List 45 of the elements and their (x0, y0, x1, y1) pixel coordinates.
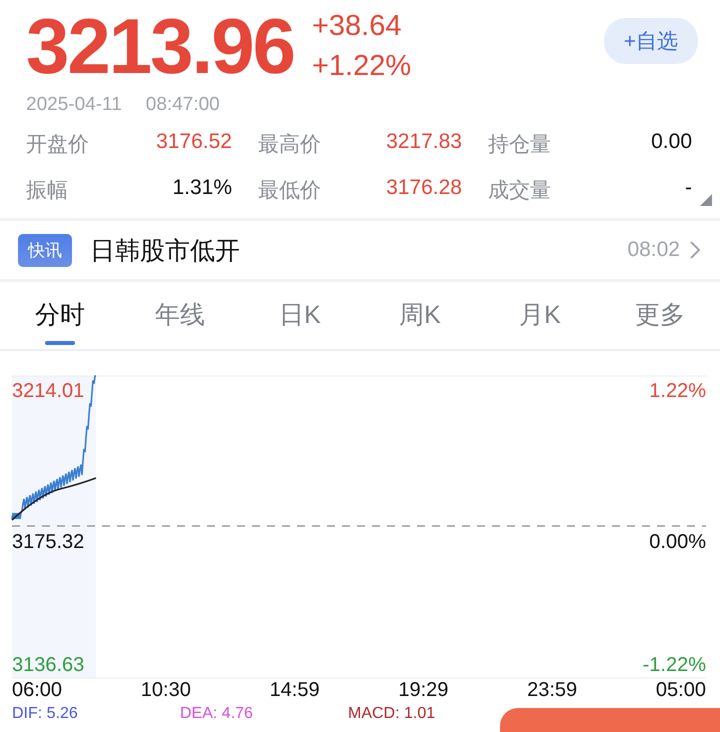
axis-label: 1.22% (649, 380, 706, 403)
price: 3213.96 (26, 4, 294, 88)
axis-label: 3136.63 (12, 654, 84, 677)
chart-tab[interactable]: 年线 (120, 282, 240, 349)
chart-tab[interactable]: 月K (480, 282, 600, 349)
stat-value: - (685, 176, 692, 201)
percent-change: +1.22% (312, 49, 412, 84)
stat-label: 最高价 (257, 132, 322, 158)
news-badge: 快讯 (18, 234, 72, 266)
axis-label: -1.22% (642, 654, 706, 677)
stat-value: 3217.83 (386, 130, 462, 155)
timestamp: 08:47:00 (146, 94, 220, 116)
axis-label: 3214.01 (12, 380, 84, 403)
stat-value: 3176.28 (386, 176, 462, 201)
chart-tab[interactable]: 分时 (0, 282, 120, 349)
axis-label: 3175.32 (12, 531, 84, 554)
stat-label: 持仓量 (487, 132, 552, 158)
news-headline[interactable]: 日韩股市低开 (90, 234, 240, 266)
stat-label: 最低价 (257, 178, 322, 204)
time-label: 06:00 (12, 679, 62, 702)
stat-label: 成交量 (487, 178, 552, 204)
chart-tab[interactable]: 更多 (600, 282, 720, 349)
stat-label: 振幅 (26, 178, 69, 204)
chevron-right-icon (688, 240, 702, 260)
time-label: 14:59 (270, 679, 320, 702)
floating-button[interactable] (500, 708, 720, 732)
stat-value: 3176.52 (156, 130, 232, 155)
indicator-value: DEA: 4.76 (180, 705, 254, 723)
stat-value: 0.00 (651, 130, 692, 155)
chart-tab[interactable]: 日K (240, 282, 360, 349)
price-change: +38.64 (312, 9, 402, 44)
axis-label: 0.00% (649, 531, 706, 554)
indicator-value: DIF: 5.26 (12, 705, 79, 723)
time-label: 19:29 (398, 679, 448, 702)
timestamp: 2025-04-11 (26, 94, 122, 116)
corner-icon (700, 194, 712, 206)
time-label: 23:59 (527, 679, 578, 702)
chart-tab[interactable]: 周K (360, 282, 480, 349)
stat-label: 开盘价 (26, 132, 90, 158)
time-label: 05:00 (656, 679, 706, 702)
indicator-value: MACD: 1.01 (348, 705, 436, 723)
time-label: 10:30 (140, 679, 191, 702)
watchlist-button[interactable]: +自选 (604, 18, 698, 64)
stat-value: 1.31% (172, 176, 232, 201)
news-time: 08:02 (627, 238, 680, 262)
